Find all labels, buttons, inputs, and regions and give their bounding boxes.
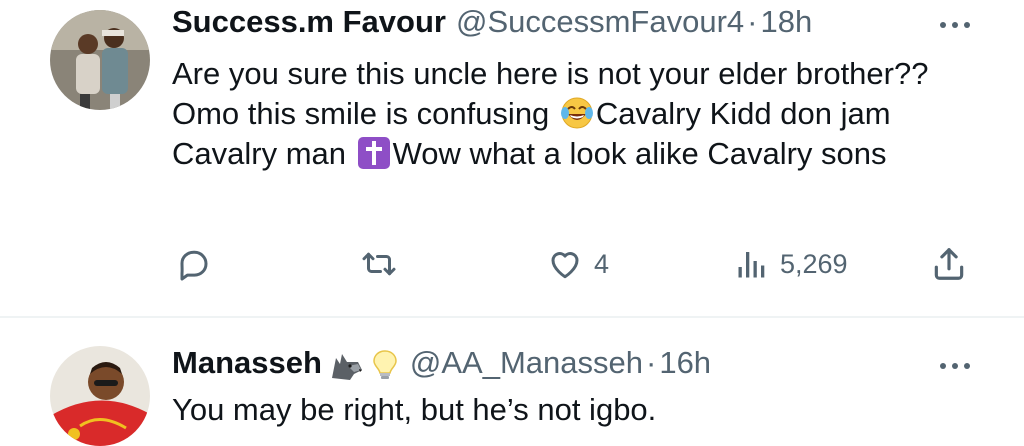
tweet-text: Are you sure this uncle here is not your… (172, 54, 972, 174)
share-button[interactable] (930, 244, 968, 284)
views-count: 5,269 (780, 248, 848, 279)
wolf-emoji (331, 353, 362, 380)
avatar[interactable] (50, 10, 150, 110)
like-count: 4 (594, 248, 610, 279)
timestamp[interactable]: 16h (659, 345, 711, 380)
author-name[interactable]: Success.m Favour (172, 4, 446, 39)
share-icon (934, 248, 964, 280)
author-handle[interactable]: @SuccessmFavour4 (456, 4, 744, 39)
retweet-icon (362, 252, 396, 276)
like-button[interactable]: 4 (546, 244, 609, 284)
reply-button[interactable] (176, 244, 222, 284)
retweet-button[interactable] (360, 244, 408, 284)
author-handle[interactable]: @AA_Manasseh (410, 345, 643, 380)
like-icon (551, 252, 579, 279)
tweet-text-part: Wow what a look alike Cavalry sons (392, 136, 887, 171)
separator-dot: · (646, 345, 657, 380)
avatar[interactable] (50, 346, 150, 446)
tweet[interactable]: Manasseh @AA_Manasseh·16h You may be rig… (0, 318, 1024, 446)
tweet-header: Success.m Favour @SuccessmFavour4·18h (172, 2, 812, 42)
reply-icon (180, 250, 208, 281)
tweet-header: Manasseh @AA_Manasseh·16h (172, 343, 711, 383)
latin-cross-emoji (357, 137, 390, 169)
author-name[interactable]: Manasseh (172, 345, 322, 380)
tweet[interactable]: Success.m Favour @SuccessmFavour4·18h Are… (0, 0, 1024, 316)
more-icon[interactable] (938, 361, 972, 371)
more-icon[interactable] (938, 20, 972, 30)
views-icon (738, 252, 765, 278)
timestamp[interactable]: 18h (760, 4, 812, 39)
tweet-text: You may be right, but he’s not igbo. (172, 392, 657, 427)
action-bar: 4 5,269 (0, 238, 1024, 288)
views-button[interactable]: 5,269 (734, 244, 848, 284)
separator-dot: · (747, 4, 758, 39)
lightbulb-emoji (373, 350, 397, 379)
face-with-tears-of-joy-emoji (560, 97, 593, 129)
